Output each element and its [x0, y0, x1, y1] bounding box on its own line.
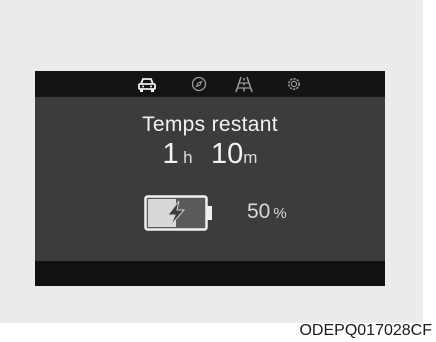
figure-code: ODEPQ017028CF: [299, 322, 432, 339]
minutes-unit: m: [243, 148, 258, 167]
cluster-display: Temps restant 1 h 10m 50%: [35, 71, 385, 286]
remaining-time-title: Temps restant: [142, 113, 278, 136]
bottom-bar: [35, 261, 385, 286]
tab-bar: [35, 71, 385, 97]
minutes-value: 10: [211, 138, 244, 170]
battery-percent-value: 50: [247, 200, 271, 223]
battery-percent-unit: %: [273, 205, 287, 222]
remaining-time-value: 1 h 10m: [35, 138, 385, 171]
battery-percent: 50%: [247, 200, 287, 224]
hours-unit: h: [183, 148, 193, 167]
road-icon[interactable]: [233, 73, 255, 95]
car-icon[interactable]: [136, 73, 158, 95]
gear-icon[interactable]: [283, 73, 305, 95]
compass-icon[interactable]: [188, 73, 210, 95]
hours-value: 1: [162, 138, 179, 170]
battery-charging-icon: [144, 195, 214, 231]
